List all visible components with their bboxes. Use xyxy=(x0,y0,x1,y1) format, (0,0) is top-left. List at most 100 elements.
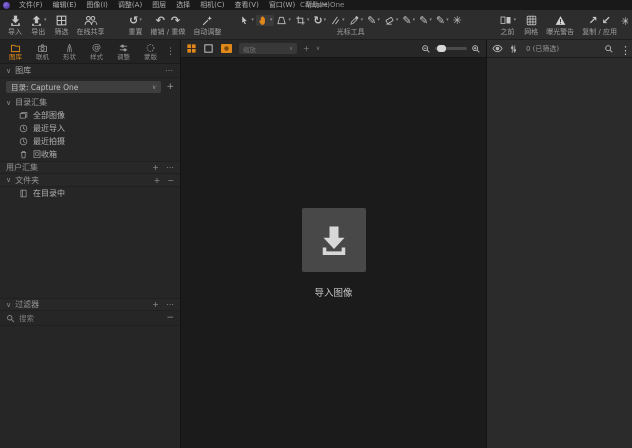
copy-adjustments-icon[interactable]: ↗ xyxy=(588,15,597,26)
cursor-tools-group: ▾ ▾ ▾ ▾ ↻ ▾ ▾ ▾ ✎ ▾ ▾ ✎ ▾ ✎ ▾ ✎ ▾ ✳ 光标工具 xyxy=(237,10,464,39)
menu-camera[interactable]: 相机(C) xyxy=(195,0,229,10)
tab-library[interactable]: 图库 xyxy=(2,42,29,61)
user-collections-section[interactable]: 用户汇集 + ⋯ xyxy=(0,161,180,174)
collapse-chevron-icon[interactable]: ∨ xyxy=(6,67,11,75)
import-images-button[interactable] xyxy=(301,207,366,272)
add-filter-button[interactable]: + xyxy=(152,300,159,309)
add-user-collection-button[interactable]: + xyxy=(152,163,159,172)
select-tool[interactable]: ▾ xyxy=(237,15,256,26)
section-chevron-icon[interactable]: ∨ xyxy=(6,99,11,107)
pan-tool[interactable]: ▾ xyxy=(255,14,275,26)
viewer-preset-select[interactable]: 缩放 ∨ xyxy=(239,43,297,54)
import-label: 导入 xyxy=(8,28,22,36)
library-panel-header[interactable]: ∨ 图库 ⋯ xyxy=(0,64,180,78)
grid-button[interactable]: 网格 xyxy=(520,10,542,39)
library-panel-menu-icon[interactable]: ⋯ xyxy=(165,66,174,75)
reset-button[interactable]: ↺ ▾ 重置 xyxy=(125,10,147,39)
erase-mask-tool[interactable]: ▾ xyxy=(382,15,401,26)
zoom-slider-knob[interactable] xyxy=(437,45,446,52)
menu-layer[interactable]: 图层 xyxy=(147,0,171,10)
reset-label: 重置 xyxy=(128,28,143,36)
library-panel-title: 图库 xyxy=(15,66,32,75)
collection-trash[interactable]: 回收箱 xyxy=(0,148,180,161)
filters-menu-icon[interactable]: ⋯ xyxy=(166,300,174,309)
clipped-toolbar-icon[interactable]: ✳ xyxy=(621,10,628,39)
eye-icon[interactable] xyxy=(492,44,503,53)
menu-select[interactable]: 选择 xyxy=(171,0,195,10)
crop-tool[interactable]: ▾ xyxy=(293,15,312,26)
catalog-selector[interactable]: 目录: Capture One ∨ xyxy=(6,81,162,93)
cull-button[interactable]: 筛选 xyxy=(51,10,73,39)
menu-adjustments[interactable]: 调整(A) xyxy=(113,0,147,10)
annotate-tool[interactable]: ✎ ▾ xyxy=(434,15,451,26)
tab-adjust[interactable]: 调整 xyxy=(110,42,137,61)
menu-window[interactable]: 窗口(W) xyxy=(264,0,300,10)
user-collections-menu-icon[interactable]: ⋯ xyxy=(166,163,174,172)
export-dropdown-icon[interactable]: ▾ xyxy=(44,17,47,23)
sidebar-empty-space xyxy=(0,200,180,298)
add-view-button[interactable]: + xyxy=(303,44,310,53)
straighten-tool[interactable]: ▾ xyxy=(328,15,347,26)
clone-tool[interactable]: ✎ ▾ xyxy=(417,15,434,26)
collection-recent-imports[interactable]: 最近导入 xyxy=(0,122,180,135)
reset-dropdown-icon[interactable]: ▾ xyxy=(139,17,142,23)
spot-removal-tool[interactable]: ✳ xyxy=(451,15,464,26)
before-after-icon xyxy=(500,16,511,24)
menu-file[interactable]: 文件(F) xyxy=(14,0,48,10)
catalog-selector-row: 目录: Capture One ∨ + xyxy=(0,78,180,96)
online-share-button[interactable]: 在线共享 xyxy=(73,10,109,39)
catalog-collections-section[interactable]: ∨ 目录汇集 xyxy=(0,96,180,109)
add-catalog-button[interactable]: + xyxy=(166,82,174,92)
tab-capture[interactable]: 联机 xyxy=(29,42,56,61)
auto-adjust-button[interactable]: 自动调整 xyxy=(189,10,225,39)
heal-tool[interactable]: ✎ ▾ xyxy=(400,15,417,26)
collection-recent-captures[interactable]: 最近拍摄 xyxy=(0,135,180,148)
import-button[interactable]: 导入 xyxy=(4,10,26,39)
more-tabs-icon[interactable]: ⋮ xyxy=(166,47,178,57)
browser-search-icon[interactable] xyxy=(604,44,614,54)
add-folder-button[interactable]: + xyxy=(154,176,161,185)
tab-styles[interactable]: @ 样式 xyxy=(83,42,110,62)
undo-icon[interactable]: ↶ xyxy=(156,15,165,26)
color-picker-tool[interactable]: ▾ xyxy=(347,15,366,26)
exposure-warning-button[interactable]: 曝光警告 xyxy=(542,10,578,39)
single-view-button[interactable] xyxy=(203,43,214,54)
browser-thumbnail-area[interactable] xyxy=(487,58,632,448)
browser-toolbar: 0 (已筛选) ⋮ xyxy=(487,40,632,58)
zoom-slider[interactable] xyxy=(435,45,467,52)
menu-edit[interactable]: 编辑(E) xyxy=(48,0,82,10)
main-toolbar: 导入 ▾ 导出 筛选 在线共享 ↺ ▾ 重置 ↶ ↷ 撤销 / 重做 自动调整 … xyxy=(0,10,632,40)
sidebar-filler xyxy=(0,326,180,448)
filters-section[interactable]: ∨ 过滤器 + ⋯ xyxy=(0,298,180,311)
tab-shapes[interactable]: 形状 xyxy=(56,42,83,61)
zoom-out-icon[interactable] xyxy=(421,44,431,54)
multi-view-button[interactable] xyxy=(186,43,197,54)
collection-all-images[interactable]: 全部图像 xyxy=(0,109,180,122)
redo-icon[interactable]: ↷ xyxy=(171,15,180,26)
proof-view-button[interactable] xyxy=(220,43,233,54)
collapse-search-button[interactable]: − xyxy=(166,313,174,323)
export-button[interactable]: ▾ 导出 xyxy=(26,10,51,39)
spot-removal-icon: ✳ xyxy=(452,13,462,27)
before-after-button[interactable]: ▾ 之前 xyxy=(495,10,521,39)
sort-filter-icon[interactable] xyxy=(509,44,518,54)
apply-adjustments-icon[interactable]: ↙ xyxy=(602,15,611,26)
section-chevron-icon[interactable]: ∨ xyxy=(6,176,11,184)
viewer-toolbar: 缩放 ∨ + ∨ xyxy=(181,40,486,58)
zoom-in-icon[interactable] xyxy=(471,44,481,54)
clipped-browser-icon[interactable]: ⋮ xyxy=(620,42,627,56)
before-after-label: 之前 xyxy=(500,28,515,36)
search-input[interactable] xyxy=(19,313,163,323)
draw-mask-tool[interactable]: ✎ ▾ xyxy=(365,15,382,26)
folders-section[interactable]: ∨ 文件夹 + − xyxy=(0,174,180,187)
rotate-tool[interactable]: ↻ ▾ xyxy=(311,15,328,26)
before-after-dropdown-icon[interactable]: ▾ xyxy=(514,17,517,23)
menu-view[interactable]: 查看(V) xyxy=(230,0,264,10)
menu-image[interactable]: 图像(I) xyxy=(81,0,113,10)
folder-in-catalog[interactable]: 在目录中 xyxy=(0,187,180,200)
tab-mask[interactable]: 蒙版 xyxy=(137,42,164,61)
remove-folder-button[interactable]: − xyxy=(167,176,174,185)
section-chevron-icon[interactable]: ∨ xyxy=(6,301,11,309)
view-options-chevron-icon[interactable]: ∨ xyxy=(316,45,320,52)
keystone-tool[interactable]: ▾ xyxy=(274,15,293,26)
